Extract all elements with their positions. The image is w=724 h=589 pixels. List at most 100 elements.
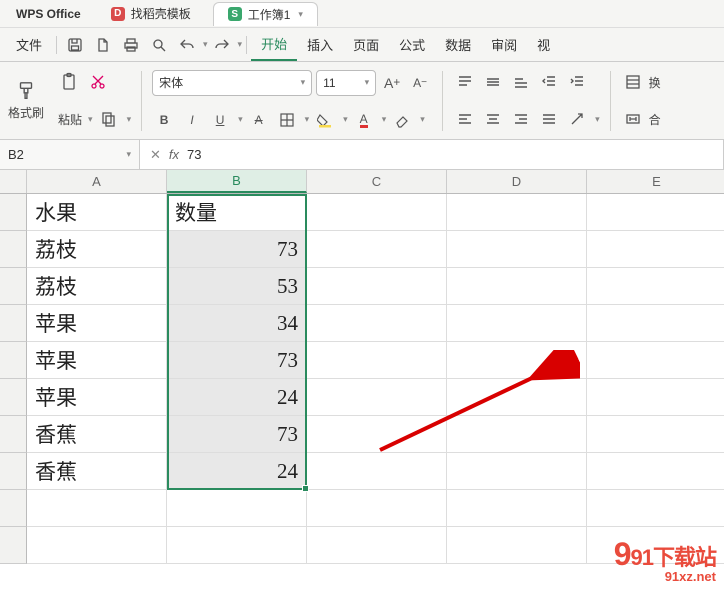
fx-icon[interactable]: fx — [169, 147, 179, 162]
fill-dropdown-icon[interactable]: ▾ — [343, 114, 348, 125]
decrease-font-icon[interactable]: A− — [408, 71, 432, 95]
font-name-select[interactable]: 宋体 ▾ — [152, 70, 312, 96]
orientation-icon[interactable] — [565, 107, 589, 131]
align-left-icon[interactable] — [453, 107, 477, 131]
cell-B6[interactable]: 24 — [167, 379, 307, 416]
strike-icon[interactable]: A — [247, 108, 271, 132]
cell[interactable] — [447, 416, 587, 453]
align-right-icon[interactable] — [509, 107, 533, 131]
menu-review[interactable]: 审阅 — [481, 29, 527, 60]
cell[interactable] — [307, 268, 447, 305]
row-header[interactable] — [0, 231, 27, 268]
menu-insert[interactable]: 插入 — [297, 29, 343, 60]
format-painter-button[interactable]: 格式刷 — [4, 71, 48, 131]
row-header[interactable] — [0, 453, 27, 490]
cell-A8[interactable]: 香蕉 — [27, 453, 167, 490]
name-box[interactable]: B2 ▾ — [0, 140, 140, 169]
cell[interactable] — [447, 305, 587, 342]
align-bottom-icon[interactable] — [509, 70, 533, 94]
cell[interactable] — [307, 231, 447, 268]
justify-icon[interactable] — [537, 107, 561, 131]
tab-workbook[interactable]: S 工作簿1 ▾ — [213, 2, 318, 26]
cell[interactable] — [307, 453, 447, 490]
cell[interactable] — [447, 268, 587, 305]
preview-icon[interactable] — [148, 34, 170, 56]
cell[interactable] — [447, 342, 587, 379]
increase-indent-icon[interactable] — [565, 70, 589, 94]
copy-icon[interactable] — [97, 107, 121, 131]
col-header-D[interactable]: D — [447, 170, 587, 193]
cell-B1[interactable]: 数量 — [167, 194, 307, 231]
cell-B3[interactable]: 53 — [167, 268, 307, 305]
cell[interactable] — [307, 342, 447, 379]
decrease-indent-icon[interactable] — [537, 70, 561, 94]
row-header[interactable] — [0, 416, 27, 453]
cell-B2[interactable]: 73 — [167, 231, 307, 268]
redo-icon[interactable] — [211, 34, 233, 56]
cell-A1[interactable]: 水果 — [27, 194, 167, 231]
row-header[interactable] — [0, 490, 27, 527]
paste-icon[interactable] — [58, 70, 82, 94]
fill-color-icon[interactable] — [313, 108, 337, 132]
cell[interactable] — [587, 268, 724, 305]
name-box-dropdown-icon[interactable]: ▾ — [126, 149, 131, 160]
cell[interactable] — [447, 379, 587, 416]
increase-font-icon[interactable]: A+ — [380, 71, 404, 95]
font-size-select[interactable]: 11 ▾ — [316, 70, 376, 96]
menu-page[interactable]: 页面 — [343, 29, 389, 60]
wrap-text-label[interactable]: 换 — [649, 74, 661, 91]
cell[interactable] — [307, 416, 447, 453]
cell[interactable] — [167, 527, 307, 564]
cell[interactable] — [587, 490, 724, 527]
cell-A6[interactable]: 苹果 — [27, 379, 167, 416]
cell[interactable] — [307, 194, 447, 231]
col-header-B[interactable]: B — [167, 170, 307, 193]
undo-icon[interactable] — [176, 34, 198, 56]
tab-templates[interactable]: D 找稻壳模板 — [97, 2, 205, 26]
cell-B4[interactable]: 34 — [167, 305, 307, 342]
row-header[interactable] — [0, 305, 27, 342]
cell[interactable] — [447, 453, 587, 490]
cell[interactable] — [587, 379, 724, 416]
italic-icon[interactable]: I — [180, 108, 204, 132]
bold-icon[interactable]: B — [152, 108, 176, 132]
menu-data[interactable]: 数据 — [435, 29, 481, 60]
cell-A2[interactable]: 荔枝 — [27, 231, 167, 268]
cell-A5[interactable]: 苹果 — [27, 342, 167, 379]
menu-file[interactable]: 文件 — [6, 29, 52, 60]
font-color-dropdown-icon[interactable]: ▾ — [382, 114, 387, 125]
row-header[interactable] — [0, 342, 27, 379]
cancel-fx-icon[interactable]: ✕ — [150, 147, 161, 163]
cell[interactable] — [447, 527, 587, 564]
cell-B5[interactable]: 73 — [167, 342, 307, 379]
cell[interactable] — [447, 194, 587, 231]
export-icon[interactable] — [92, 34, 114, 56]
row-height-icon[interactable] — [621, 70, 645, 94]
eraser-icon[interactable] — [390, 108, 414, 132]
cell[interactable] — [307, 305, 447, 342]
align-middle-icon[interactable] — [481, 70, 505, 94]
cell[interactable] — [307, 379, 447, 416]
cell[interactable] — [307, 490, 447, 527]
cell-A7[interactable]: 香蕉 — [27, 416, 167, 453]
cell[interactable] — [167, 490, 307, 527]
border-dropdown-icon[interactable]: ▾ — [305, 114, 310, 125]
underline-icon[interactable]: U — [208, 108, 232, 132]
merge-icon[interactable] — [621, 107, 645, 131]
cell[interactable] — [447, 231, 587, 268]
menu-view[interactable]: 视 — [527, 29, 560, 60]
row-header[interactable] — [0, 194, 27, 231]
paste-label[interactable]: 粘贴 — [58, 111, 82, 128]
cell[interactable] — [587, 453, 724, 490]
paste-dropdown-icon[interactable]: ▾ — [88, 114, 93, 125]
row-header[interactable] — [0, 268, 27, 305]
redo-dropdown-icon[interactable]: ▾ — [238, 39, 243, 50]
cell-B7[interactable]: 73 — [167, 416, 307, 453]
cell[interactable] — [587, 231, 724, 268]
font-color-icon[interactable]: A — [352, 108, 376, 132]
cut-icon[interactable] — [86, 70, 110, 94]
underline-dropdown-icon[interactable]: ▾ — [238, 114, 243, 125]
cell[interactable] — [587, 305, 724, 342]
cell[interactable] — [307, 527, 447, 564]
merge-label[interactable]: 合 — [649, 111, 661, 128]
